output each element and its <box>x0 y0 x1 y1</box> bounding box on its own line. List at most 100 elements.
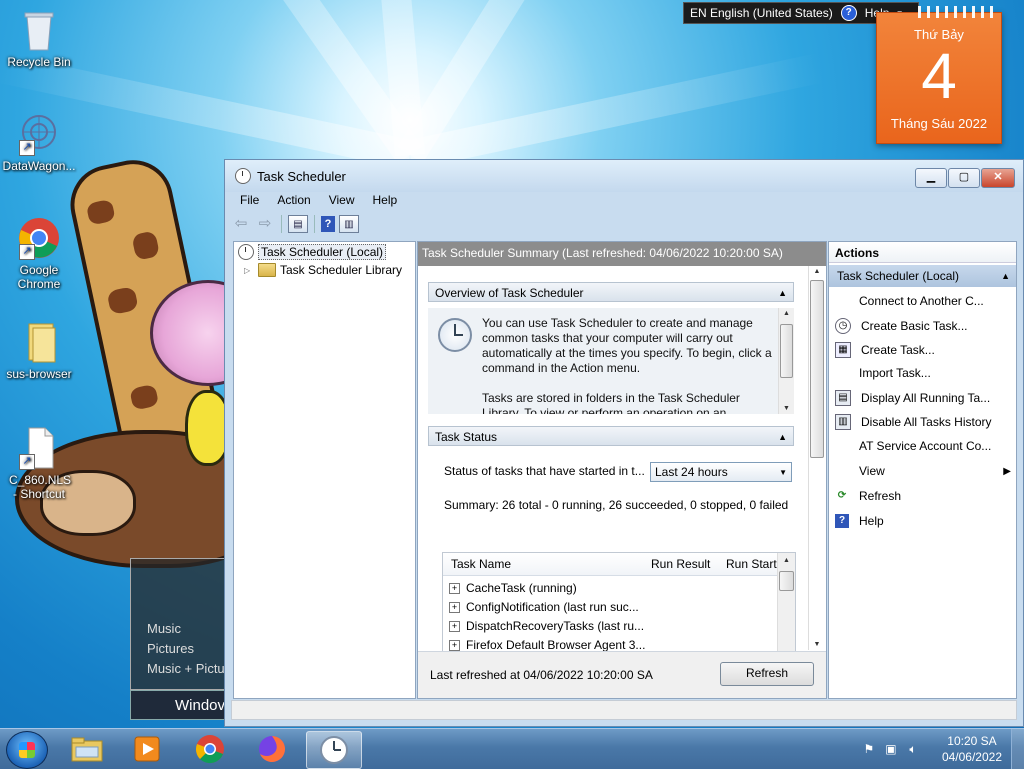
action-center-flag-icon[interactable]: ⚑ <box>862 742 876 756</box>
actions-pane: Actions Task Scheduler (Local) ▲ Connect… <box>828 241 1017 699</box>
taskbar: ⚑ ▣ 🔈︎ 10:20 SA 04/06/2022 <box>0 728 1024 769</box>
desktop-icon-label: DataWagon... <box>2 159 76 173</box>
column-header-task-name[interactable]: Task Name <box>451 557 511 571</box>
desktop-icon-recycle-bin[interactable]: Recycle Bin <box>1 8 77 69</box>
menu-view[interactable]: View <box>320 190 364 210</box>
help-icon[interactable]: ? <box>321 216 335 232</box>
summary-pane: Task Scheduler Summary (Last refreshed: … <box>417 241 827 699</box>
expand-plus-icon[interactable]: + <box>449 601 460 613</box>
scrollbar-thumb[interactable] <box>780 324 793 378</box>
action-at-service-account[interactable]: AT Service Account Co... <box>835 439 991 453</box>
language-label[interactable]: EN English (United States) <box>690 6 833 20</box>
refresh-button[interactable]: Refresh <box>720 662 814 686</box>
scroll-down-icon[interactable]: ▼ <box>809 641 825 648</box>
menu-file[interactable]: File <box>231 190 268 210</box>
action-connect-another-computer[interactable]: Connect to Another C... <box>835 294 984 308</box>
status-period-select[interactable]: Last 24 hours ▼ <box>650 462 792 482</box>
show-hide-console-tree-icon[interactable]: ▤ <box>288 215 308 233</box>
taskbar-clock[interactable]: 10:20 SA 04/06/2022 <box>942 733 1002 765</box>
desktop-icon-chrome[interactable]: ↗ Google Chrome <box>1 216 77 291</box>
title-bar[interactable]: Task Scheduler ▁ ▢ ✕ <box>225 160 1023 192</box>
table-row[interactable]: + CacheTask (running) <box>449 581 577 595</box>
collapse-icon[interactable]: ▲ <box>1001 265 1010 287</box>
task-scheduler-clock-icon <box>438 318 472 352</box>
action-disable-tasks-history[interactable]: ▥ Disable All Tasks History <box>835 414 992 430</box>
action-label: Disable All Tasks History <box>861 415 992 429</box>
summary-pane-scrollbar[interactable]: ▲ ▼ <box>808 266 825 650</box>
forward-arrow-icon[interactable]: ⇨ <box>255 214 275 234</box>
task-name: DispatchRecoveryTasks (last ru... <box>466 619 645 633</box>
taskbar-explorer[interactable] <box>60 731 114 767</box>
collapse-icon[interactable]: ▲ <box>778 427 787 447</box>
chrome-icon <box>195 735 224 764</box>
start-button[interactable] <box>6 731 48 769</box>
expand-plus-icon[interactable]: + <box>449 620 460 632</box>
action-help[interactable]: ? Help <box>835 514 884 528</box>
show-desktop-button[interactable] <box>1011 729 1024 769</box>
help-icon[interactable]: ? <box>840 5 857 21</box>
taskbar-chrome[interactable] <box>183 731 237 767</box>
minimize-button[interactable]: ▁ <box>915 168 947 188</box>
task-scheduler-icon <box>238 244 254 260</box>
action-label: Create Task... <box>861 343 935 357</box>
task-summary: Summary: 26 total - 0 running, 26 succee… <box>444 498 789 512</box>
close-button[interactable]: ✕ <box>981 168 1015 188</box>
scrollbar-thumb[interactable] <box>810 280 824 458</box>
table-scrollbar[interactable]: ▲ <box>777 553 795 655</box>
clock-date: 04/06/2022 <box>941 750 1002 764</box>
task-name: CacheTask (running) <box>466 581 577 595</box>
expand-plus-icon[interactable]: + <box>449 582 460 594</box>
scroll-up-icon[interactable]: ▲ <box>778 557 795 564</box>
action-view[interactable]: View ▶ <box>835 464 1011 478</box>
action-create-task[interactable]: ▦ Create Task... <box>835 342 935 358</box>
desktop-icon-sus-browser[interactable]: sus-browser <box>1 320 77 381</box>
overview-content: You can use Task Scheduler to create and… <box>428 308 794 414</box>
volume-icon[interactable]: 🔈︎ <box>906 742 920 756</box>
taskbar-media-player[interactable] <box>120 731 174 767</box>
taskbar-firefox[interactable] <box>245 731 299 767</box>
overview-scrollbar[interactable]: ▲ ▼ <box>778 308 794 414</box>
action-display-running-tasks[interactable]: ▤ Display All Running Ta... <box>835 390 990 406</box>
actions-group-header[interactable]: Task Scheduler (Local) ▲ <box>829 265 1016 287</box>
desktop-icon-c860-nls[interactable]: ↗ C_860.NLS - Shortcut <box>1 426 77 501</box>
table-row[interactable]: + DispatchRecoveryTasks (last ru... <box>449 619 644 633</box>
network-icon[interactable]: ▣ <box>884 742 898 756</box>
collapse-icon[interactable]: ▲ <box>778 283 787 303</box>
expand-plus-icon[interactable]: + <box>449 639 460 651</box>
action-label: Connect to Another C... <box>859 294 984 308</box>
scrollbar-thumb[interactable] <box>779 571 794 591</box>
select-value: Last 24 hours <box>655 465 728 479</box>
desktop-icon-datawagon[interactable]: ↗ DataWagon... <box>1 112 77 173</box>
scroll-up-icon[interactable]: ▲ <box>809 268 825 275</box>
menu-help[interactable]: Help <box>364 190 407 210</box>
taskbar-task-scheduler[interactable] <box>306 731 362 769</box>
back-arrow-icon[interactable]: ⇦ <box>231 214 251 234</box>
menu-action[interactable]: Action <box>268 190 319 210</box>
system-tray: ⚑ ▣ 🔈︎ 10:20 SA 04/06/2022 <box>858 729 1024 769</box>
show-hide-action-pane-icon[interactable]: ▥ <box>339 215 359 233</box>
action-label: View <box>859 464 885 478</box>
expand-arrow-icon[interactable]: ▷ <box>244 266 254 275</box>
table-row[interactable]: + Firefox Default Browser Agent 3... <box>449 638 645 652</box>
action-import-task[interactable]: Import Task... <box>835 366 931 380</box>
action-create-basic-task[interactable]: ◷ Create Basic Task... <box>835 318 968 334</box>
task-status-table: Task Name Run Result Run Start + CacheTa… <box>442 552 796 656</box>
scroll-down-icon[interactable]: ▼ <box>779 405 794 412</box>
table-row[interactable]: + ConfigNotification (last run suc... <box>449 600 639 614</box>
tree-item-task-scheduler-library[interactable]: ▷ Task Scheduler Library <box>244 263 402 277</box>
tree-item-task-scheduler-local[interactable]: Task Scheduler (Local) <box>238 244 387 260</box>
calendar-gadget[interactable]: Thứ Bảy 4 Tháng Sáu 2022 <box>876 12 1002 144</box>
scroll-up-icon[interactable]: ▲ <box>779 310 794 317</box>
action-refresh[interactable]: ⟳ Refresh <box>835 489 901 503</box>
column-header-run-result[interactable]: Run Result <box>651 557 710 571</box>
column-header-run-start[interactable]: Run Start <box>726 557 777 571</box>
create-task-icon: ▦ <box>835 342 851 358</box>
task-name: Firefox Default Browser Agent 3... <box>466 638 646 652</box>
maximize-button[interactable]: ▢ <box>948 168 980 188</box>
task-scheduler-icon <box>320 736 348 764</box>
menu-bar: File Action View Help <box>231 190 1017 210</box>
summary-footer: Last refreshed at 04/06/2022 10:20:00 SA… <box>418 651 826 698</box>
task-status-section-header[interactable]: Task Status ▲ <box>428 426 794 446</box>
disable-history-icon: ▥ <box>835 414 851 430</box>
overview-section-header[interactable]: Overview of Task Scheduler ▲ <box>428 282 794 302</box>
